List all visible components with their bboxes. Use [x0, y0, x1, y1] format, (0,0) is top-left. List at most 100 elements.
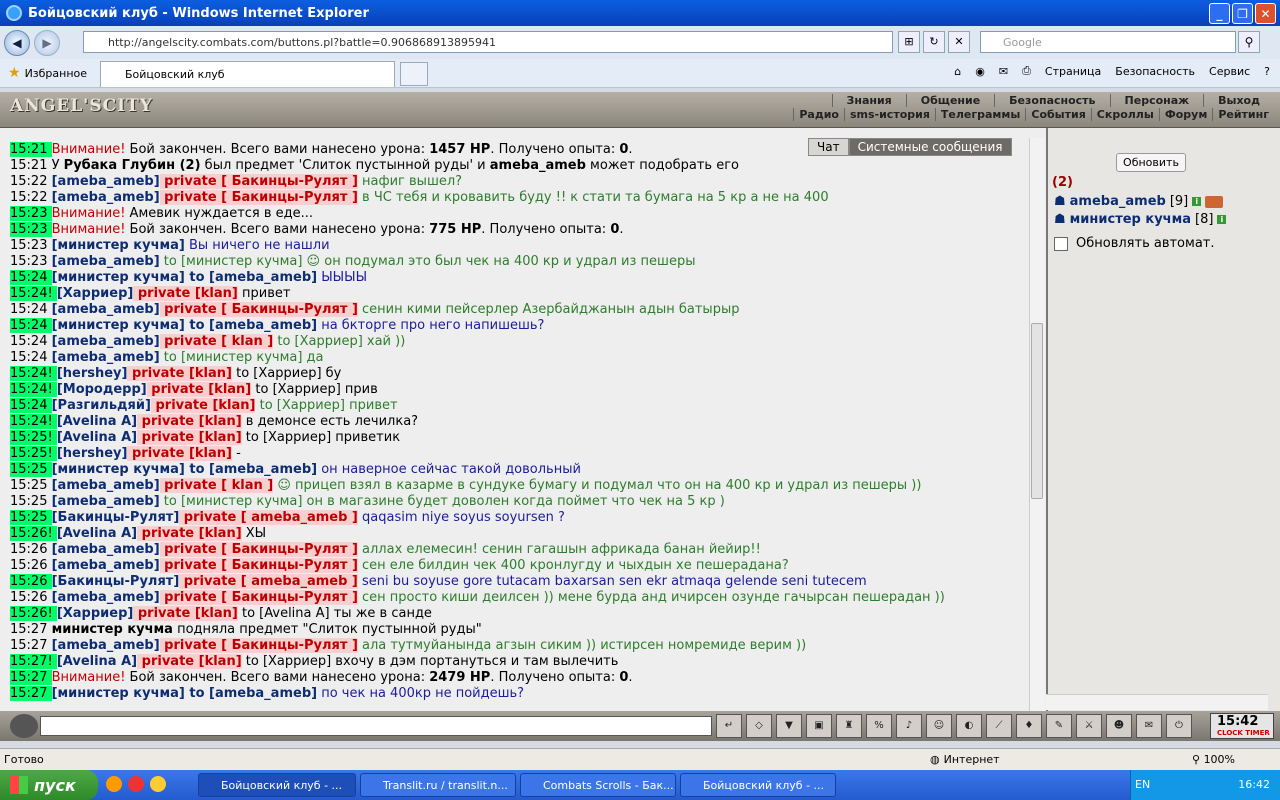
message-time[interactable]: 15:24!	[10, 366, 57, 381]
nick-link[interactable]: [ameba_ameb]	[52, 350, 160, 365]
submenu-item-radio[interactable]: Радио	[793, 108, 844, 121]
message-time[interactable]: 15:26	[10, 542, 52, 557]
message-time[interactable]: 15:23	[10, 222, 52, 237]
message-time[interactable]: 15:23	[10, 254, 52, 269]
message-time[interactable]: 15:21	[10, 142, 52, 157]
auto-refresh-option[interactable]: Обновлять автомат.	[1054, 236, 1215, 251]
save-icon[interactable]: ▣	[806, 714, 832, 738]
nick-link[interactable]: [Харриер]	[57, 286, 134, 301]
message-time[interactable]: 15:27	[10, 686, 52, 701]
message-time[interactable]: 15:25	[10, 494, 52, 509]
nick-link[interactable]: [министер кучма]	[52, 238, 185, 253]
friends-icon[interactable]: ☻	[1106, 714, 1132, 738]
submenu-item-scrolls[interactable]: Скроллы	[1090, 108, 1159, 121]
message-time[interactable]: 15:24	[10, 334, 52, 349]
tab-chat[interactable]: Чат	[808, 138, 849, 156]
nick-link[interactable]: [hershey]	[57, 446, 128, 461]
chat-message-input[interactable]	[40, 716, 712, 736]
message-time[interactable]: 15:21	[10, 158, 52, 173]
nick-link[interactable]: [Avelina A]	[57, 414, 137, 429]
menu-item-character[interactable]: Персонаж	[1109, 94, 1204, 107]
nick-link[interactable]: [ameba_ameb]	[52, 302, 160, 317]
mail-game-icon[interactable]: ✉	[1136, 714, 1162, 738]
message-time[interactable]: 15:24	[10, 302, 52, 317]
nick-link[interactable]: [Avelina A]	[57, 654, 137, 669]
message-time[interactable]: 15:23	[10, 206, 52, 221]
message-time[interactable]: 15:27!	[10, 654, 57, 669]
taskbar-item[interactable]: Бойцовский клуб - ...	[198, 773, 356, 797]
user-name[interactable]: министер кучма	[1070, 212, 1191, 227]
smiles-icon[interactable]: ☺	[926, 714, 952, 738]
page-menu[interactable]: Страница	[1045, 65, 1101, 78]
send-icon[interactable]: ↵	[716, 714, 742, 738]
nick-link[interactable]: to [ameba_ameb]	[185, 318, 317, 333]
message-time[interactable]: 15:25	[10, 462, 52, 477]
chat-scroll-thumb[interactable]	[1031, 323, 1043, 499]
taskbar-item[interactable]: Translit.ru / translit.n...	[360, 773, 516, 797]
quest-icon[interactable]: ✎	[1046, 714, 1072, 738]
nick-link[interactable]: [ameba_ameb]	[52, 478, 160, 493]
auto-refresh-checkbox[interactable]	[1054, 236, 1068, 251]
submenu-item-events[interactable]: События	[1025, 108, 1090, 121]
message-time[interactable]: 15:23	[10, 238, 52, 253]
info-icon[interactable]: i	[1217, 215, 1227, 224]
forward-button[interactable]: ▶	[34, 29, 60, 56]
menu-item-communication[interactable]: Общение	[905, 94, 994, 107]
message-time[interactable]: 15:24	[10, 398, 52, 413]
message-time[interactable]: 15:24!	[10, 382, 57, 397]
message-time[interactable]: 15:22	[10, 174, 52, 189]
menu-item-exit[interactable]: Выход	[1203, 94, 1274, 107]
tab-system-messages[interactable]: Системные сообщения	[848, 138, 1012, 156]
taskbar-item[interactable]: Бойцовский клуб - ...	[680, 773, 836, 797]
message-time[interactable]: 15:27	[10, 670, 52, 685]
message-time[interactable]: 15:24!	[10, 414, 57, 429]
feeds-icon[interactable]: ◉	[975, 65, 985, 78]
message-time[interactable]: 15:24	[10, 350, 52, 365]
message-time[interactable]: 15:26	[10, 574, 52, 589]
zoom-control[interactable]: ⚲ 100%	[1192, 753, 1235, 766]
start-button[interactable]: пуск	[0, 770, 98, 800]
nick-link[interactable]: [ameba_ameb]	[52, 590, 160, 605]
search-input[interactable]: Google	[980, 31, 1236, 53]
translit-icon[interactable]: %	[866, 714, 892, 738]
nick-link[interactable]: [Разгильдяй]	[52, 398, 151, 413]
exit-icon[interactable]: ⏻	[1166, 714, 1192, 738]
nick-link[interactable]: [министер кучма]	[52, 318, 185, 333]
inventory-icon[interactable]: ♦	[1016, 714, 1042, 738]
message-time[interactable]: 15:27	[10, 622, 52, 637]
mail-icon[interactable]: ✉	[999, 65, 1008, 78]
language-indicator[interactable]: EN	[1135, 778, 1150, 791]
search-icon[interactable]: ⚲	[1238, 31, 1260, 53]
mail-icon[interactable]	[150, 776, 166, 792]
taskbar-item[interactable]: Combats Scrolls - Бак...	[520, 773, 676, 797]
nick-link[interactable]: to [ameba_ameb]	[185, 270, 317, 285]
info-icon[interactable]: i	[1192, 197, 1202, 206]
nick-link[interactable]: [министер кучма]	[52, 270, 185, 285]
chrome-icon[interactable]	[128, 776, 144, 792]
nick-link[interactable]: [ameba_ameb]	[52, 542, 160, 557]
character-icon[interactable]: ♜	[836, 714, 862, 738]
nick-link[interactable]: [Харриер]	[57, 606, 134, 621]
message-time[interactable]: 15:27	[10, 638, 52, 653]
smiley-menu-icon[interactable]	[10, 714, 38, 738]
clan-chat-icon[interactable]: ◐	[956, 714, 982, 738]
eraser-icon[interactable]: ◇	[746, 714, 772, 738]
submenu-item-forum[interactable]: Форум	[1158, 108, 1213, 121]
message-time[interactable]: 15:24!	[10, 286, 57, 301]
message-time[interactable]: 15:24	[10, 318, 52, 333]
address-bar[interactable]: http://angelscity.combats.com/buttons.pl…	[83, 31, 893, 53]
nick-link[interactable]: [ameba_ameb]	[52, 254, 160, 269]
user-name[interactable]: ameba_ameb	[1070, 194, 1166, 209]
nick-link[interactable]: [Бакинцы-Рулят]	[52, 574, 180, 589]
filter-icon[interactable]: ▼	[776, 714, 802, 738]
nick-link[interactable]: [Бакинцы-Рулят]	[52, 510, 180, 525]
nick-link[interactable]: [Мородерр]	[57, 382, 147, 397]
nick-link[interactable]: [министер кучма]	[52, 686, 185, 701]
message-time[interactable]: 15:25	[10, 510, 52, 525]
menu-item-knowledge[interactable]: Знания	[831, 94, 906, 107]
message-time[interactable]: 15:26	[10, 590, 52, 605]
user-row[interactable]: ☗ министер кучма [8] i	[1054, 212, 1227, 227]
close-button[interactable]: ✕	[1255, 3, 1276, 24]
maximize-button[interactable]: ❐	[1232, 3, 1253, 24]
message-time[interactable]: 15:22	[10, 190, 52, 205]
